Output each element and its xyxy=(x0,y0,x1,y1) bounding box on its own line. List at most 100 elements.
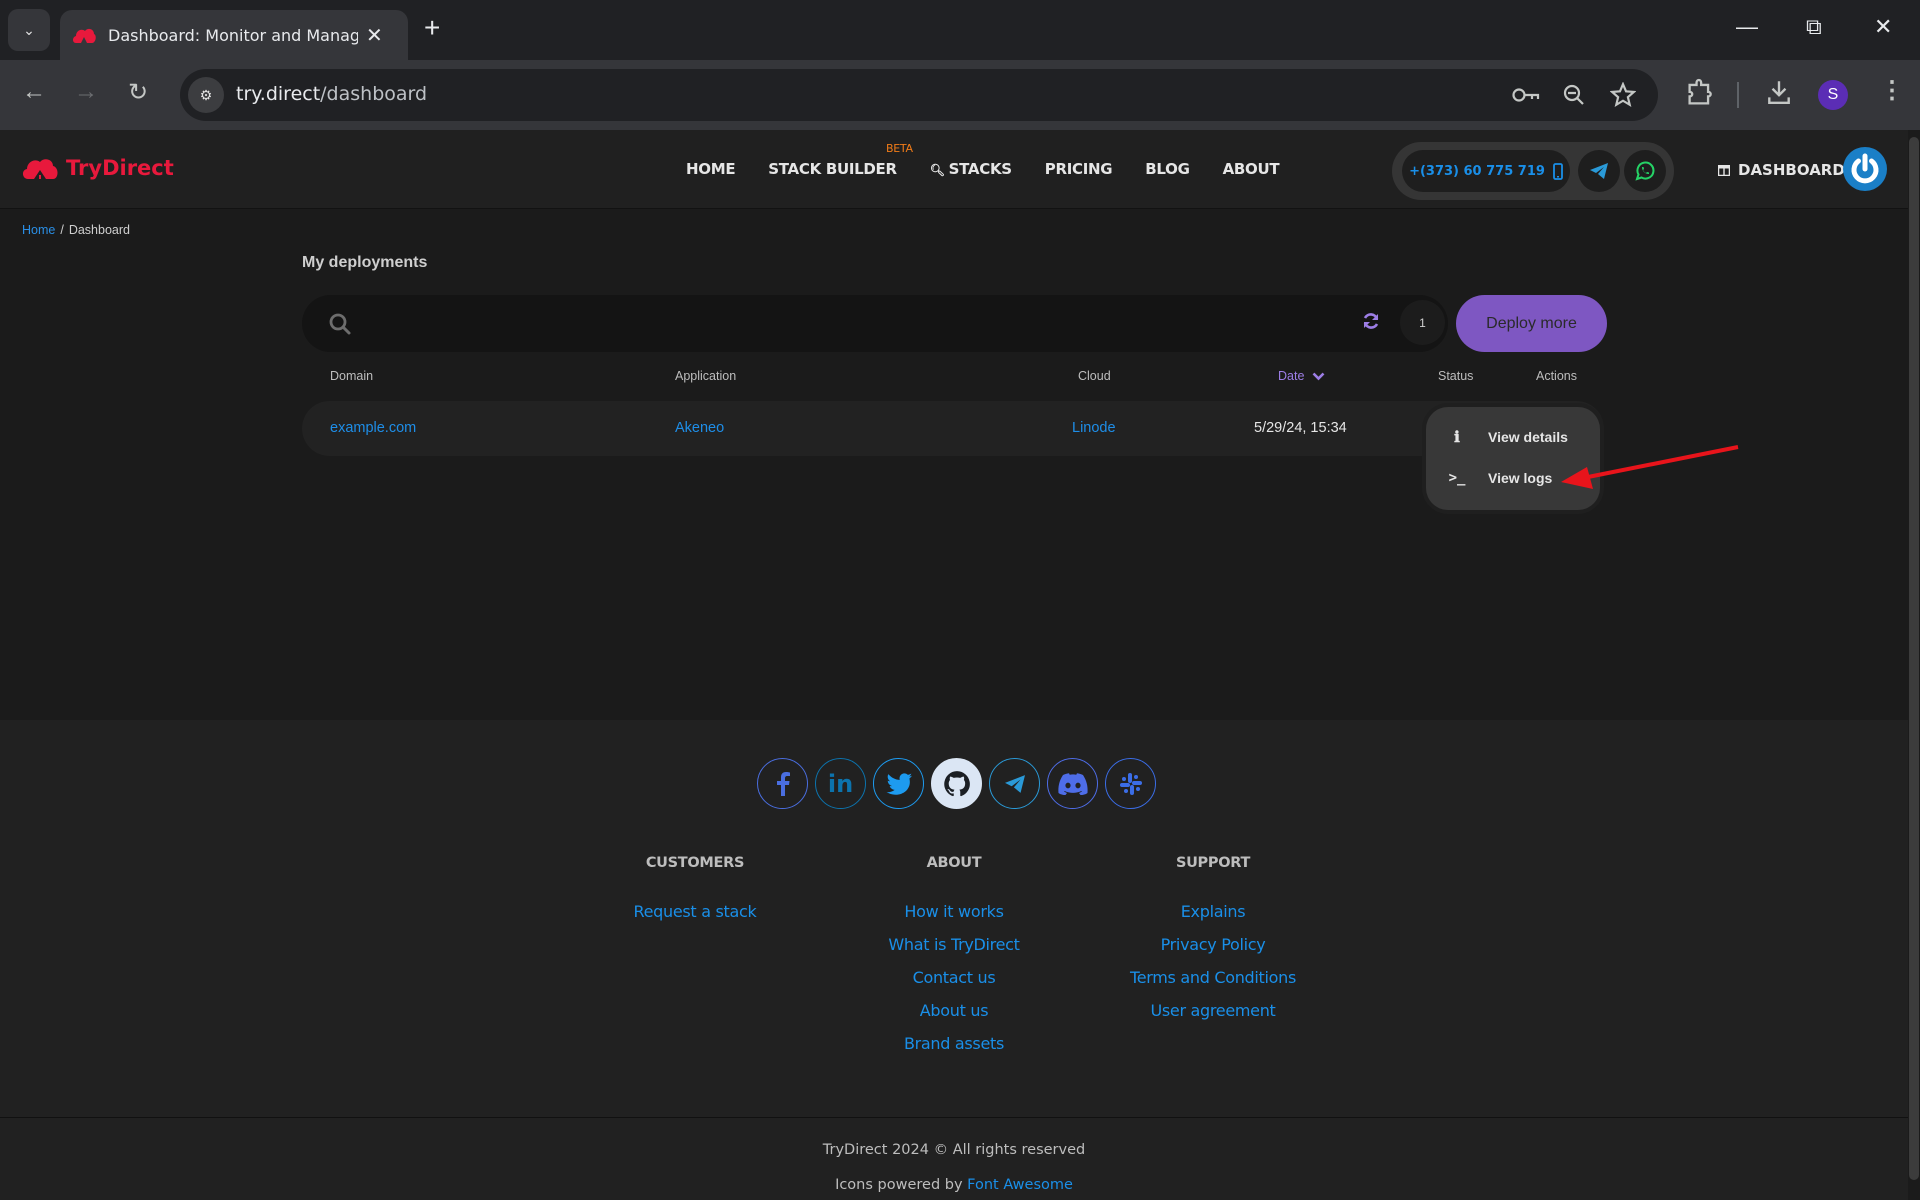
breadcrumb-current: Dashboard xyxy=(68,223,130,237)
tab-close-icon[interactable]: ✕ xyxy=(366,23,383,48)
back-icon[interactable]: ← xyxy=(22,78,46,106)
github-link[interactable] xyxy=(931,758,982,809)
nav-stack-builder-label: STACK BUILDER xyxy=(768,160,897,178)
row-domain-link[interactable]: example.com xyxy=(330,420,416,436)
dashboard-label: DASHBOARD xyxy=(1738,161,1845,179)
nav-home[interactable]: HOME xyxy=(686,160,736,178)
telegram-link[interactable] xyxy=(989,758,1040,809)
footer-column-customers: CUSTOMERS Request a stack xyxy=(545,855,845,934)
nav-pricing[interactable]: PRICING xyxy=(1045,160,1113,178)
footer-link-contact-us[interactable]: Contact us xyxy=(804,967,1104,1000)
extensions-puzzle-icon[interactable] xyxy=(1686,78,1714,108)
refresh-icon[interactable] xyxy=(1362,312,1380,330)
minimize-icon[interactable]: — xyxy=(1736,14,1758,40)
nav-stacks[interactable]: 🔍︎ STACKS xyxy=(930,160,1012,178)
page-title: My deployments xyxy=(302,254,428,271)
linkedin-link[interactable]: in xyxy=(815,758,866,809)
terminal-icon: >_ xyxy=(1448,470,1466,486)
linkedin-icon: in xyxy=(827,769,854,798)
facebook-icon xyxy=(776,771,790,796)
footer-column-about: ABOUT How it works What is TryDirect Con… xyxy=(804,855,1104,1066)
footer-divider xyxy=(0,1117,1908,1118)
discord-link[interactable] xyxy=(1047,758,1098,809)
power-icon xyxy=(1851,153,1879,184)
footer-link-how-it-works[interactable]: How it works xyxy=(804,901,1104,934)
annotation-arrow-shaft xyxy=(1587,445,1739,479)
site-header: TryDirect HOME STACK BUILDER BETA 🔍︎ STACK… xyxy=(0,130,1908,209)
restore-icon[interactable]: ⧉ xyxy=(1806,14,1822,40)
reload-icon[interactable]: ↻ xyxy=(128,78,148,107)
column-header-date[interactable]: Date xyxy=(1278,369,1325,383)
toolbar-divider xyxy=(1737,82,1739,108)
window-close-icon[interactable]: ✕ xyxy=(1874,14,1892,40)
whatsapp-icon xyxy=(1635,161,1655,181)
search-input[interactable] xyxy=(366,305,1266,341)
search-bar xyxy=(302,295,1448,352)
footer-column-support: SUPPORT Explains Privacy Policy Terms an… xyxy=(1063,855,1363,1033)
password-key-icon[interactable] xyxy=(1512,85,1540,105)
zoom-out-icon[interactable] xyxy=(1562,83,1586,107)
address-bar[interactable]: ⚙ try.direct/dashboard xyxy=(180,69,1658,121)
trydirect-logo-icon xyxy=(22,159,58,179)
phone-number: +(373) 60 775 719 xyxy=(1409,163,1545,179)
column-header-domain[interactable]: Domain xyxy=(330,369,373,383)
browser-tab-active[interactable]: Dashboard: Monitor and Manage ✕ xyxy=(60,10,408,60)
phone-link[interactable]: +(373) 60 775 719 xyxy=(1402,150,1570,192)
main-nav: HOME STACK BUILDER BETA 🔍︎ STACKS PRICING … xyxy=(686,142,1280,178)
menu-item-view-logs[interactable]: >_ View logs xyxy=(1426,460,1600,496)
footer-link-user-agreement[interactable]: User agreement xyxy=(1063,1000,1363,1033)
menu-item-view-details-label: View details xyxy=(1488,429,1568,445)
footer-link-what-is-trydirect[interactable]: What is TryDirect xyxy=(804,934,1104,967)
column-header-cloud[interactable]: Cloud xyxy=(1078,369,1111,383)
twitter-link[interactable] xyxy=(873,758,924,809)
logout-power-button[interactable] xyxy=(1843,147,1887,191)
bookmark-star-icon[interactable] xyxy=(1610,82,1636,108)
footer-link-request-a-stack[interactable]: Request a stack xyxy=(545,901,845,934)
slack-link[interactable] xyxy=(1105,758,1156,809)
row-cloud-link[interactable]: Linode xyxy=(1072,420,1116,436)
row-application-link[interactable]: Akeneo xyxy=(675,420,724,436)
deploy-more-button[interactable]: Deploy more xyxy=(1456,295,1607,352)
tab-search-button[interactable]: ⌄ xyxy=(8,9,50,51)
whatsapp-contact-button[interactable] xyxy=(1624,150,1666,192)
url-host: try.direct xyxy=(236,83,321,105)
slack-icon xyxy=(1119,772,1142,795)
icons-credit: Icons powered by Font Awesome xyxy=(0,1177,1908,1193)
site-logo[interactable]: TryDirect xyxy=(22,156,174,180)
footer-link-about-us[interactable]: About us xyxy=(804,1000,1104,1033)
dashboard-link[interactable]: DASHBOARD xyxy=(1718,161,1845,179)
copyright-text: TryDirect 2024 © All rights reserved xyxy=(822,1142,1086,1158)
dashboard-columns-icon xyxy=(1718,164,1730,176)
forward-icon[interactable]: → xyxy=(74,78,98,106)
site-info-icon[interactable]: ⚙ xyxy=(188,77,224,113)
breadcrumb-home[interactable]: Home xyxy=(22,223,55,237)
page-scrollbar-thumb[interactable] xyxy=(1909,137,1919,1180)
facebook-link[interactable] xyxy=(757,758,808,809)
download-icon[interactable] xyxy=(1766,78,1792,106)
browser-tabstrip: ⌄ Dashboard: Monitor and Manage ✕ + — ⧉ … xyxy=(0,0,1920,60)
telegram-icon xyxy=(1590,163,1608,179)
font-awesome-link[interactable]: Font Awesome xyxy=(967,1177,1073,1193)
profile-avatar[interactable]: S xyxy=(1818,80,1848,110)
column-header-application[interactable]: Application xyxy=(675,369,736,383)
new-tab-button[interactable]: + xyxy=(424,12,440,44)
footer-link-terms-and-conditions[interactable]: Terms and Conditions xyxy=(1063,967,1363,1000)
nav-stack-builder[interactable]: STACK BUILDER BETA xyxy=(768,142,913,178)
menu-item-view-details[interactable]: ℹ View details xyxy=(1426,419,1600,455)
table-row[interactable] xyxy=(302,401,1604,456)
url-path: /dashboard xyxy=(320,83,428,105)
footer-link-explains[interactable]: Explains xyxy=(1063,901,1363,934)
telegram-contact-button[interactable] xyxy=(1578,150,1620,192)
discord-icon xyxy=(1057,772,1088,795)
nav-blog[interactable]: BLOG xyxy=(1145,160,1190,178)
contact-group: +(373) 60 775 719 xyxy=(1392,142,1674,200)
footer-heading-support: SUPPORT xyxy=(1175,855,1251,871)
footer-link-privacy-policy[interactable]: Privacy Policy xyxy=(1063,934,1363,967)
column-header-status[interactable]: Status xyxy=(1438,369,1473,383)
footer-link-brand-assets[interactable]: Brand assets xyxy=(804,1033,1104,1066)
sort-chevron-down-icon xyxy=(1312,372,1325,380)
browser-menu-icon[interactable]: ⋮ xyxy=(1880,76,1904,105)
nav-about[interactable]: ABOUT xyxy=(1223,160,1280,178)
search-icon: 🔍︎ xyxy=(929,163,945,177)
nav-stacks-label: STACKS xyxy=(948,160,1012,178)
